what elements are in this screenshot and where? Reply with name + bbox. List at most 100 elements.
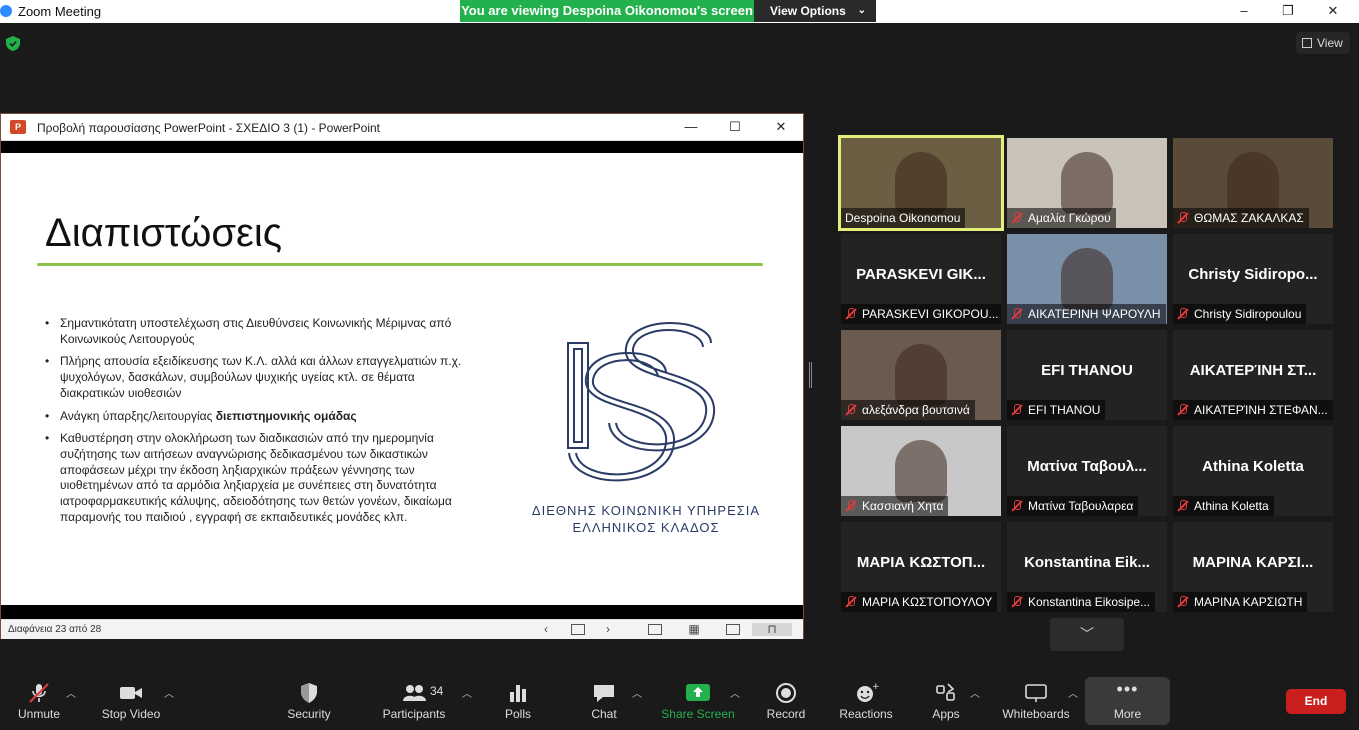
slide-menu-icon[interactable] <box>571 624 585 635</box>
stop-video-label: Stop Video <box>101 707 161 721</box>
share-screen-button[interactable]: Share Screen <box>660 665 736 730</box>
muted-microphone-icon <box>1177 596 1189 608</box>
reading-view-icon[interactable] <box>726 624 740 635</box>
participant-tile[interactable]: Athina Koletta Athina Koletta <box>1173 426 1333 516</box>
participant-name-tag: Athina Koletta <box>1173 496 1274 516</box>
viewing-screen-label: You are viewing Despoina Oikonomou's scr… <box>460 0 754 22</box>
encryption-shield-icon[interactable] <box>6 36 20 51</box>
video-camera-icon <box>120 687 142 699</box>
ppt-maximize-button[interactable]: ☐ <box>723 118 747 136</box>
bullet-item: Πλήρης απουσία εξειδίκευσης των Κ.Λ. αλλ… <box>45 354 477 401</box>
muted-microphone-icon <box>1011 500 1023 512</box>
participant-tile[interactable]: Κασσιανή Χητα <box>841 426 1001 516</box>
record-label: Record <box>766 707 806 721</box>
bullet-item: Ανάγκη ύπαρξης/λειτουργίας διεπιστημονικ… <box>45 409 477 425</box>
meeting-toolbar: Unmute ︿ Stop Video ︿ Security 34 Partic… <box>0 665 1359 730</box>
view-label: View <box>1317 36 1343 50</box>
split-view-handle[interactable] <box>809 362 812 388</box>
end-meeting-button[interactable]: End <box>1286 689 1346 714</box>
close-button[interactable]: ✕ <box>1318 2 1348 20</box>
slide-counter: Διαφάνεια 23 από 28 <box>8 624 102 635</box>
bullet-bold-text: διεπιστημονικής ομάδας <box>215 408 357 423</box>
participant-video <box>895 440 947 502</box>
zoom-logo-icon <box>0 5 12 17</box>
next-slide-icon[interactable]: › <box>601 623 615 636</box>
participant-tile[interactable]: ΜΑΡΙΑ ΚΩΣΤΟΠ... ΜΑΡΙΑ ΚΩΣΤΟΠΟΥΛΟΥ <box>841 522 1001 612</box>
apps-button[interactable]: Apps <box>924 665 968 730</box>
participants-caret-icon[interactable]: ︿ <box>462 685 472 700</box>
reactions-label: Reactions <box>839 707 893 721</box>
whiteboards-button[interactable]: Whiteboards <box>1000 665 1072 730</box>
participant-tile[interactable]: Konstantina Eik... Konstantina Eikosipe..… <box>1007 522 1167 612</box>
participant-tile[interactable]: Christy Sidiropo... Christy Sidiropoulou <box>1173 234 1333 324</box>
record-button[interactable]: Record <box>762 665 810 730</box>
muted-microphone-icon <box>1177 500 1189 512</box>
participant-display-name: Ματίνα Ταβουλ... <box>1027 458 1147 475</box>
security-button[interactable]: Security <box>280 665 338 730</box>
view-layout-button[interactable]: View <box>1296 32 1350 54</box>
more-button[interactable]: ••• More <box>1085 677 1170 725</box>
participant-tile[interactable]: ΜΑΡΙΝΑ ΚΑΡΣΙ... ΜΑΡΙΝΑ ΚΑΡΣΙΩΤΗ <box>1173 522 1333 612</box>
logo-line-1: ΔΙΕΘΝΗΣ ΚΟΙΝΩΝΙΚΗ ΥΠΗΡΕΣΙΑ <box>531 503 761 518</box>
logo-line-2: ΕΛΛΗΝΙΚΟΣ ΚΛΑΔΟΣ <box>572 520 720 535</box>
chat-button[interactable]: Chat <box>582 665 626 730</box>
participant-name-tag: Konstantina Eikosipe... <box>1007 592 1156 612</box>
participant-name: ΑΙΚΑΤΕΡΊΝΗ ΣΤΕΦΑΝ... <box>1194 403 1328 417</box>
muted-microphone-icon <box>845 308 857 320</box>
muted-microphone-icon <box>1177 404 1189 416</box>
participants-button[interactable]: 34 Participants <box>380 665 448 730</box>
participants-icon <box>403 685 426 701</box>
iss-logo: ΔΙΕΘΝΗΣ ΚΟΙΝΩΝΙΚΗ ΥΠΗΡΕΣΙΑ ΕΛΛΗΝΙΚΟΣ ΚΛΑ… <box>521 303 771 553</box>
chat-label: Chat <box>591 707 617 721</box>
reactions-button[interactable]: + Reactions <box>836 665 896 730</box>
participant-tile[interactable]: αλεξάνδρα βουτσινά <box>841 330 1001 420</box>
powerpoint-icon: P <box>10 120 26 134</box>
participant-tile[interactable]: ΑΙΚΑΤΕΡΊΝΗ ΣΤ... ΑΙΚΑΤΕΡΊΝΗ ΣΤΕΦΑΝ... <box>1173 330 1333 420</box>
ppt-title-bar: P Προβολή παρουσίασης PowerPoint - ΣΧΕΔΙ… <box>1 114 803 141</box>
participant-tile[interactable]: Αμαλία Γκώρου <box>1007 138 1167 228</box>
participant-tile[interactable]: Ματίνα Ταβουλ... Ματίνα Ταβουλαρεα <box>1007 426 1167 516</box>
ppt-status-bar: Διαφάνεια 23 από 28 ‹ › ▦ ⊓ <box>1 619 803 639</box>
muted-microphone-icon <box>29 683 49 703</box>
participant-name: PARASKEVI GIKOPOU... <box>862 307 999 321</box>
participant-name: ΘΩΜΑΣ ΖΑΚΑΛΚΑΣ <box>1194 211 1304 225</box>
apps-caret-icon[interactable]: ︿ <box>970 685 980 700</box>
participant-name-tag: EFI THANOU <box>1007 400 1106 420</box>
participant-display-name: PARASKEVI GIK... <box>856 266 986 283</box>
audio-options-caret-icon[interactable]: ︿ <box>66 685 76 700</box>
participant-name: ΑΙΚΑΤΕΡΙΝΗ ΨΑΡΟΥΛΗ <box>1028 307 1161 321</box>
maximize-button[interactable]: ❐ <box>1273 2 1303 20</box>
video-options-caret-icon[interactable]: ︿ <box>164 685 174 700</box>
polls-button[interactable]: Polls <box>495 665 541 730</box>
participant-name: Despoina Oikonomou <box>845 211 961 225</box>
participant-name-tag: Christy Sidiropoulou <box>1173 304 1307 324</box>
participant-tile[interactable]: EFI THANOU EFI THANOU <box>1007 330 1167 420</box>
participant-tile[interactable]: PARASKEVI GIK... PARASKEVI GIKOPOU... <box>841 234 1001 324</box>
normal-view-icon[interactable] <box>648 624 662 635</box>
gallery-next-page-button[interactable]: ﹀ <box>1050 618 1124 651</box>
whiteboards-caret-icon[interactable]: ︿ <box>1068 685 1078 700</box>
share-caret-icon[interactable]: ︿ <box>730 685 740 700</box>
participant-name: Αμαλία Γκώρου <box>1028 211 1111 225</box>
participant-tile[interactable]: ΑΙΚΑΤΕΡΙΝΗ ΨΑΡΟΥΛΗ <box>1007 234 1167 324</box>
ppt-minimize-button[interactable]: — <box>679 118 703 136</box>
previous-slide-icon[interactable]: ‹ <box>539 623 553 636</box>
heading-underline <box>37 263 763 266</box>
ppt-close-button[interactable]: ✕ <box>769 118 793 136</box>
chat-caret-icon[interactable]: ︿ <box>632 685 642 700</box>
participant-name: ΜΑΡΙΑ ΚΩΣΤΟΠΟΥΛΟΥ <box>862 595 993 609</box>
slideshow-view-icon[interactable]: ⊓ <box>752 623 792 636</box>
smiley-reaction-icon: + <box>857 682 879 702</box>
participant-tile[interactable]: ΘΩΜΑΣ ΖΑΚΑΛΚΑΣ <box>1173 138 1333 228</box>
record-icon <box>776 683 796 703</box>
participant-tile[interactable]: Despoina Oikonomou <box>838 135 1004 231</box>
slide-sorter-icon[interactable]: ▦ <box>687 623 701 636</box>
participant-name-tag: Ματίνα Ταβουλαρεα <box>1007 496 1139 516</box>
stop-video-button[interactable]: Stop Video <box>98 665 164 730</box>
minimize-button[interactable]: – <box>1229 2 1259 20</box>
participant-name-tag: Despoina Oikonomou <box>841 208 966 228</box>
view-options-button[interactable]: View Options ⌄ <box>754 0 876 22</box>
svg-text:+: + <box>872 682 879 692</box>
unmute-button[interactable]: Unmute <box>8 665 70 730</box>
polls-label: Polls <box>504 707 531 721</box>
